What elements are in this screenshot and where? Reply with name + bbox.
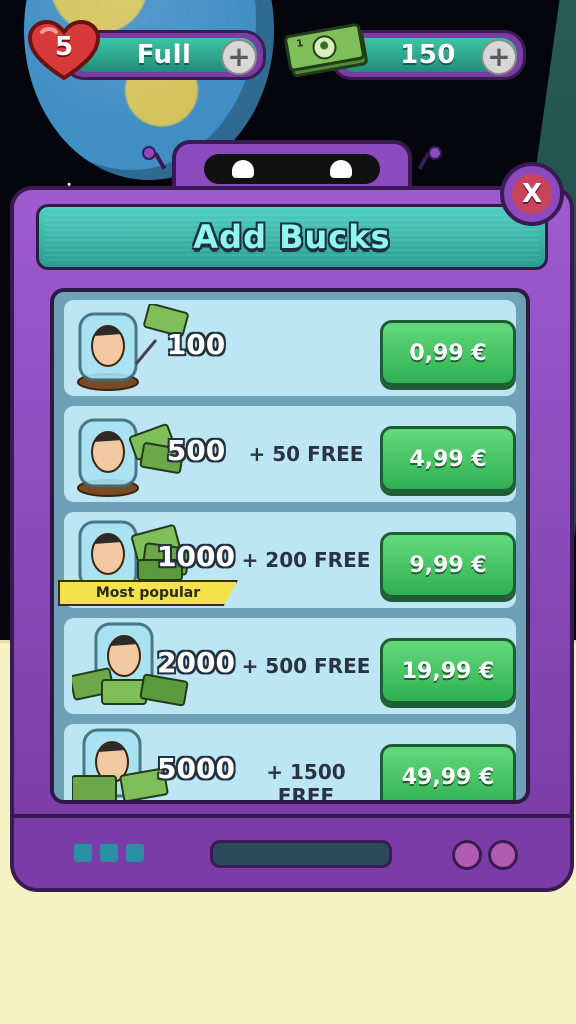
- robot-base: [10, 814, 574, 892]
- dollar-bill-icon: 1: [284, 22, 370, 78]
- buy-button[interactable]: 9,99 €: [380, 532, 516, 598]
- add-lives-button[interactable]: +: [221, 39, 257, 75]
- vent-slot: [126, 844, 144, 862]
- pack-bonus: + 200 FREE: [241, 548, 371, 572]
- pack-amount: 500: [166, 434, 226, 467]
- pack-amount: 100: [166, 328, 226, 361]
- buy-button[interactable]: 19,99 €: [380, 638, 516, 704]
- pack-row: 1000 + 200 FREE 9,99 € Most popular: [58, 512, 516, 608]
- pack-amount: 2000: [157, 646, 235, 679]
- vent-slot: [100, 844, 118, 862]
- add-bucks-dialog: Add Bucks 100 0,99 € 500 + 50 FREE 4,99 …: [10, 186, 574, 834]
- pack-row: 2000 + 500 FREE 19,99 €: [64, 618, 516, 714]
- pack-row: 5000 + 1500 FREE 49,99 €: [64, 724, 516, 804]
- dialog-header: Add Bucks: [36, 204, 548, 270]
- heart-icon: 5: [27, 19, 101, 82]
- knob: [452, 840, 482, 870]
- pack-amount: 1000: [157, 540, 235, 573]
- add-bucks-button[interactable]: +: [481, 39, 517, 75]
- knob: [488, 840, 518, 870]
- pack-amount: 5000: [157, 752, 235, 785]
- robot-eyes: [204, 154, 380, 184]
- pack-bonus: + 500 FREE: [241, 654, 371, 678]
- pack-row: 500 + 50 FREE 4,99 €: [64, 406, 516, 502]
- right-antenna-ball: [428, 146, 442, 160]
- lives-count: 5: [54, 32, 74, 62]
- pack-list[interactable]: 100 0,99 € 500 + 50 FREE 4,99 € 1000 + 2…: [50, 288, 530, 804]
- wire-compartment: [210, 840, 392, 868]
- pack-row: 100 0,99 €: [64, 300, 516, 396]
- most-popular-badge: Most popular: [58, 580, 238, 606]
- buy-button[interactable]: 49,99 €: [380, 744, 516, 800]
- close-icon: X: [512, 174, 552, 214]
- close-button[interactable]: X: [500, 162, 564, 226]
- left-eye: [232, 160, 254, 178]
- buy-button[interactable]: 4,99 €: [380, 426, 516, 492]
- dialog-title: Add Bucks: [193, 218, 391, 256]
- left-antenna-ball: [142, 146, 156, 160]
- buy-button[interactable]: 0,99 €: [380, 320, 516, 386]
- vent-slot: [74, 844, 92, 862]
- right-eye: [330, 160, 352, 178]
- pack-bonus: + 1500 FREE: [266, 760, 346, 804]
- pack-bonus: + 50 FREE: [248, 442, 364, 466]
